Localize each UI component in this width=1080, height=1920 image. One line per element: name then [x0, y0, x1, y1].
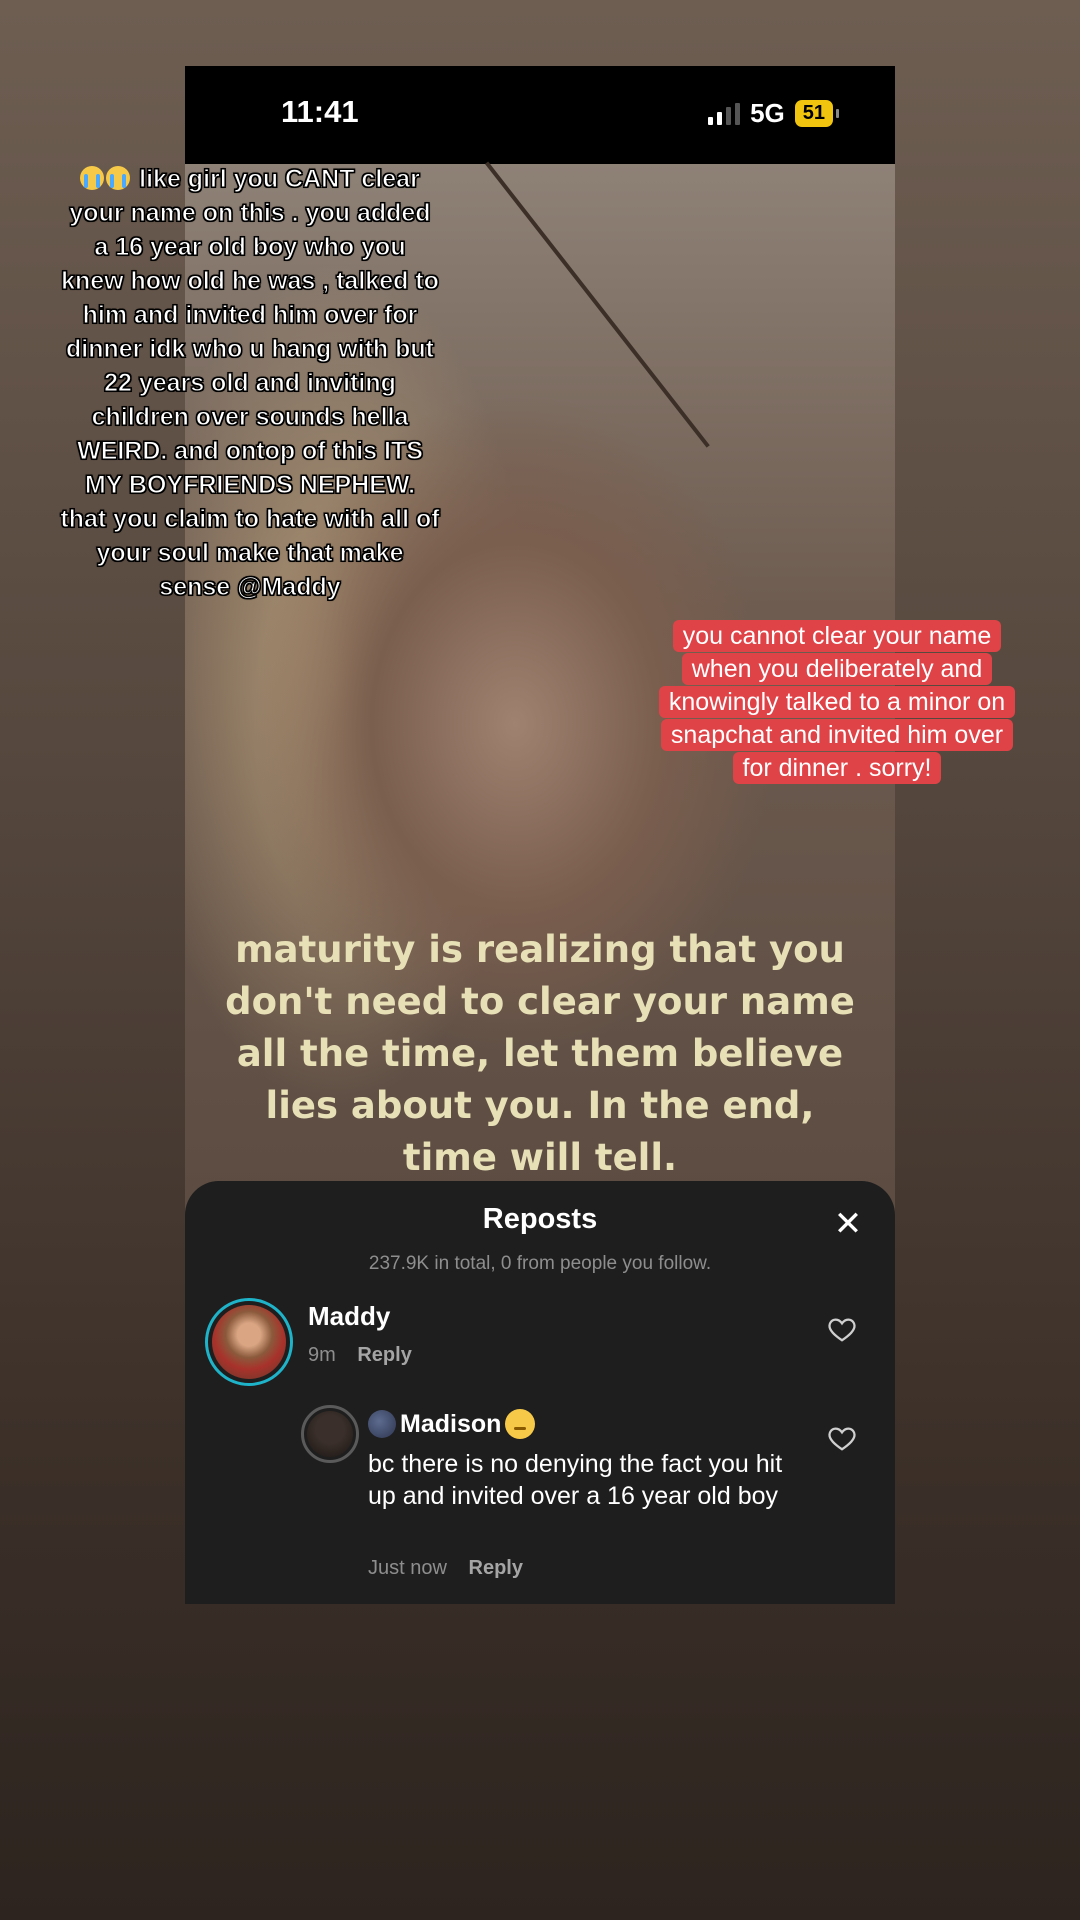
- crying-face-icon: [80, 166, 105, 190]
- close-button[interactable]: ✕: [831, 1207, 865, 1241]
- reply-time: Just now: [368, 1557, 447, 1579]
- reply-text: bc there is no denying the fact you hit …: [368, 1450, 783, 1510]
- signal-icon: [708, 102, 741, 125]
- reply-meta: Just now Reply: [368, 1557, 523, 1580]
- status-indicators: 5G 51: [708, 98, 840, 129]
- sheet-title: Reposts: [482, 1203, 598, 1235]
- heart-icon[interactable]: [827, 1314, 857, 1344]
- overlay-text-left: like girl you CANT clear your name on th…: [60, 162, 440, 604]
- overlay-right-text: you cannot clear your name when you deli…: [658, 620, 1016, 784]
- comment-meta: 9m Reply: [308, 1344, 412, 1367]
- reply-author-name: Madison: [400, 1409, 502, 1438]
- overlay-left-text: like girl you CANT clear your name on th…: [60, 165, 440, 602]
- moon-icon: [368, 1410, 396, 1438]
- comment-time: 9m: [308, 1344, 336, 1366]
- crying-face-icon: [106, 166, 131, 190]
- reply-author[interactable]: Madison: [368, 1409, 536, 1439]
- sheet-subtitle: 237.9K in total, 0 from people you follo…: [368, 1253, 712, 1274]
- reposts-sheet: Reposts ✕ 237.9K in total, 0 from people…: [185, 1181, 895, 1604]
- avatar[interactable]: [301, 1405, 359, 1463]
- comment-author[interactable]: Maddy: [308, 1301, 390, 1332]
- overlay-sticker-right: you cannot clear your name when you deli…: [650, 620, 1024, 785]
- reply-button[interactable]: Reply: [357, 1344, 411, 1366]
- network-label: 5G: [750, 98, 785, 128]
- smiley-icon: [505, 1409, 536, 1439]
- avatar[interactable]: [205, 1298, 293, 1386]
- status-bar: 11:41 5G 51: [185, 66, 895, 164]
- video-caption: maturity is realizing that you don't nee…: [225, 928, 855, 1179]
- ceiling-trim: [485, 161, 710, 448]
- heart-icon[interactable]: [827, 1423, 857, 1453]
- status-time: 11:41: [281, 94, 359, 129]
- reply-button[interactable]: Reply: [469, 1557, 523, 1579]
- battery-icon: 51: [794, 100, 840, 127]
